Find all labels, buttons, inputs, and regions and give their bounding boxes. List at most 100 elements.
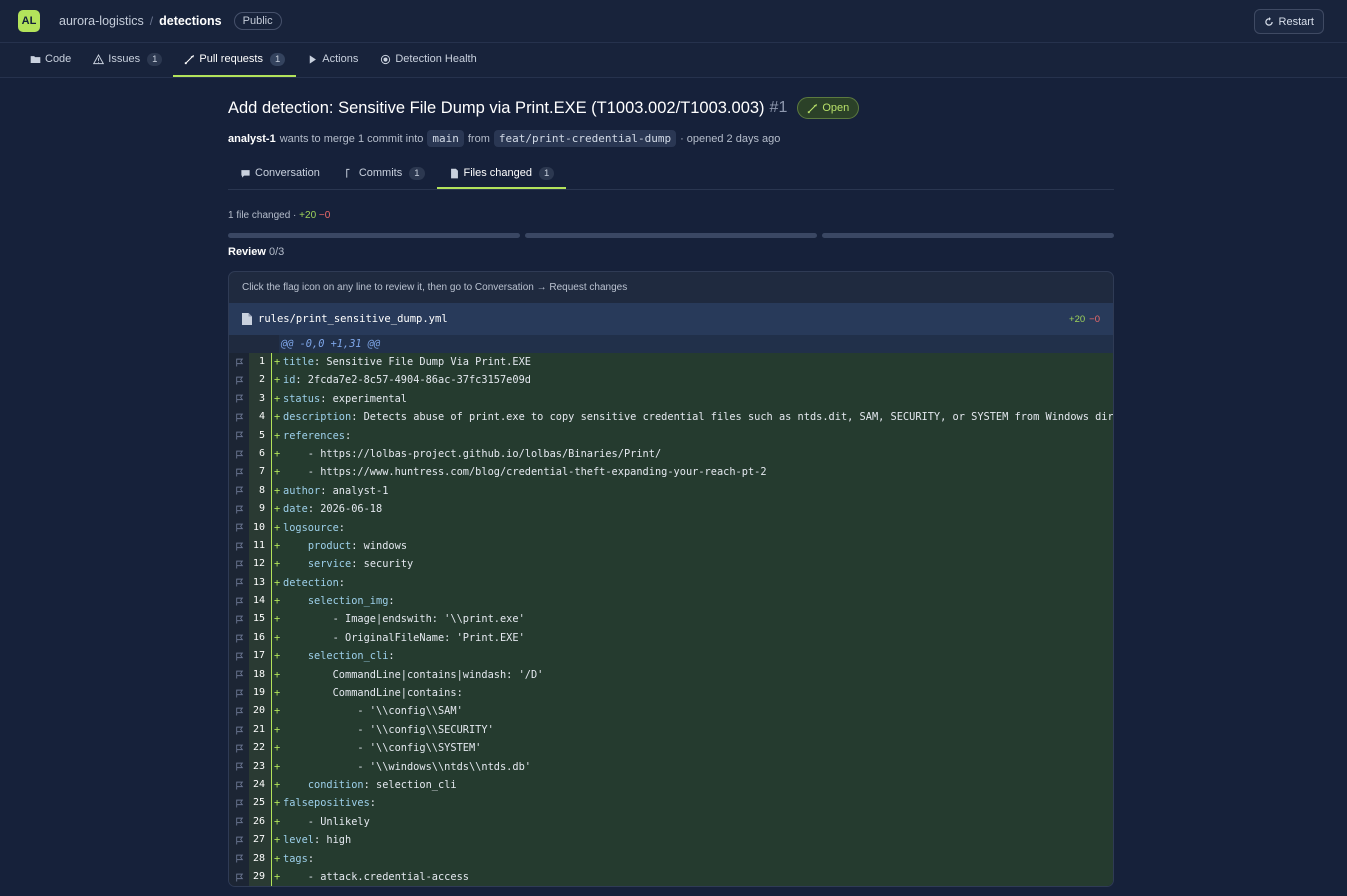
code-key: title	[283, 356, 314, 368]
add-marker: +	[271, 371, 283, 390]
pr-tab-conversation-label: Conversation	[255, 167, 320, 179]
code-value: :	[388, 650, 395, 663]
flag-icon[interactable]	[229, 744, 249, 753]
add-marker: +	[271, 849, 283, 868]
flag-icon[interactable]	[229, 652, 249, 661]
breadcrumb-repo[interactable]: detections	[159, 14, 222, 28]
flag-icon[interactable]	[229, 560, 249, 569]
flag-icon[interactable]	[229, 854, 249, 863]
flag-icon[interactable]	[229, 799, 249, 808]
add-marker: +	[271, 684, 283, 703]
code-value: : 2fcda7e2-8c57-4904-86ac-37fc3157e09d	[295, 374, 531, 387]
code-text: service: security	[283, 555, 1113, 574]
pr-meta-text-2: from	[467, 132, 490, 145]
pr-tab-conversation[interactable]: Conversation	[228, 159, 332, 189]
add-marker: +	[271, 665, 283, 685]
diff-line: 17 + selection_cli:	[229, 647, 1113, 666]
code-text: status: experimental	[283, 389, 1113, 409]
code-value: - '\\windows\\ntds\\ntds.db'	[283, 760, 531, 773]
flag-icon[interactable]	[229, 726, 249, 735]
diff-line: 18 + CommandLine|contains|windash: '/D'	[229, 665, 1113, 685]
diff-line: 11 + product: windows	[229, 536, 1113, 556]
repo-tab-actions[interactable]: Actions	[296, 43, 369, 77]
code-key: status	[283, 392, 321, 405]
org-avatar[interactable]: AL	[18, 10, 40, 32]
line-number: 19	[249, 684, 271, 703]
review-label: Review	[228, 246, 266, 258]
pull-request-icon	[185, 54, 195, 64]
flag-icon[interactable]	[229, 670, 249, 679]
files-additions: +20	[299, 210, 317, 221]
line-number: 10	[249, 518, 271, 537]
diff-line: 21 + - '\\config\\SECURITY'	[229, 720, 1113, 740]
code-value: : windows	[351, 539, 408, 552]
flag-icon[interactable]	[229, 413, 249, 422]
review-status: Review 0/3	[228, 246, 1114, 258]
flag-icon[interactable]	[229, 542, 249, 551]
diff-line: 19 + CommandLine|contains:	[229, 684, 1113, 703]
pr-status-badge: Open	[797, 97, 860, 119]
code-text: selection_cli:	[283, 647, 1113, 666]
flag-icon[interactable]	[229, 358, 249, 367]
pr-tab-commits[interactable]: Commits 1	[332, 159, 437, 189]
line-number: 24	[249, 775, 271, 795]
flag-icon[interactable]	[229, 578, 249, 587]
code-key: selection_img	[307, 595, 389, 608]
code-value: - OriginalFileName: 'Print.EXE'	[283, 631, 525, 644]
flag-icon[interactable]	[229, 394, 249, 403]
line-number: 5	[249, 426, 271, 445]
flag-icon[interactable]	[229, 634, 249, 643]
pr-author[interactable]: analyst-1	[228, 133, 276, 145]
pr-tab-files-changed[interactable]: Files changed 1	[436, 159, 567, 189]
line-number: 22	[249, 739, 271, 758]
review-progress-bar	[228, 233, 1114, 238]
file-header: rules/print_sensitive_dump.yml +20 −0	[229, 303, 1113, 335]
flag-icon[interactable]	[229, 486, 249, 495]
flag-icon[interactable]	[229, 873, 249, 882]
flag-icon[interactable]	[229, 597, 249, 606]
repo-tab-pull-requests[interactable]: Pull requests 1	[173, 43, 297, 77]
diff-line: 14 + selection_img:	[229, 592, 1113, 611]
breadcrumb-owner[interactable]: aurora-logistics	[59, 14, 144, 28]
code-text: - '\\config\\SAM'	[283, 702, 1113, 721]
line-number: 12	[249, 555, 271, 574]
line-number: 8	[249, 481, 271, 501]
code-value: - https://www.huntress.com/blog/credenti…	[283, 466, 767, 479]
review-progress-segment	[525, 233, 817, 238]
add-marker: +	[271, 592, 283, 611]
repo-tab-issues[interactable]: Issues 1	[82, 43, 173, 77]
flag-icon[interactable]	[229, 376, 249, 385]
flag-icon[interactable]	[229, 707, 249, 716]
head-branch[interactable]: feat/print-credential-dump	[493, 130, 677, 147]
base-branch[interactable]: main	[427, 130, 464, 147]
flag-icon[interactable]	[229, 762, 249, 771]
code-key: condition	[307, 778, 364, 791]
restart-button[interactable]: Restart	[1253, 9, 1324, 34]
add-marker: +	[271, 481, 283, 501]
radio-icon	[381, 54, 391, 64]
repo-tab-code[interactable]: Code	[19, 43, 82, 77]
code-value: - '\\config\\SECURITY'	[283, 723, 494, 736]
flag-icon[interactable]	[229, 450, 249, 459]
flag-icon[interactable]	[229, 468, 249, 477]
flag-icon[interactable]	[229, 836, 249, 845]
flag-icon[interactable]	[229, 615, 249, 624]
flag-icon[interactable]	[229, 523, 249, 532]
add-marker: +	[271, 555, 283, 574]
flag-icon[interactable]	[229, 817, 249, 826]
code-text: references:	[283, 426, 1113, 445]
flag-icon[interactable]	[229, 505, 249, 514]
add-marker: +	[271, 444, 283, 464]
file-name[interactable]: rules/print_sensitive_dump.yml	[258, 313, 448, 325]
flag-icon[interactable]	[229, 781, 249, 790]
diff-line: 10 + logsource:	[229, 518, 1113, 537]
flag-icon[interactable]	[229, 431, 249, 440]
restart-label: Restart	[1278, 15, 1314, 28]
code-text: description: Detects abuse of print.exe …	[283, 408, 1113, 427]
code-text: detection:	[283, 573, 1113, 593]
code-value: :	[307, 852, 315, 865]
code-value: - Image|endswith: '\\print.exe'	[283, 613, 525, 626]
add-marker: +	[271, 408, 283, 427]
flag-icon[interactable]	[229, 689, 249, 698]
repo-tab-detection-health[interactable]: Detection Health	[369, 43, 487, 77]
